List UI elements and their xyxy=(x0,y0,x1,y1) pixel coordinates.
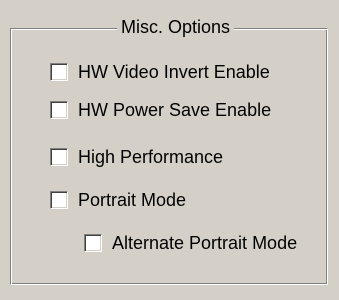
portrait-mode-checkbox[interactable] xyxy=(50,191,68,209)
hw-video-invert-enable-label: HW Video Invert Enable xyxy=(78,62,270,82)
misc-options-panel: Misc. Options HW Video Invert Enable HW … xyxy=(0,0,339,300)
option-portrait-mode[interactable]: Portrait Mode xyxy=(50,189,186,211)
hw-video-invert-enable-checkbox[interactable] xyxy=(50,63,68,81)
hw-power-save-enable-checkbox[interactable] xyxy=(50,101,68,119)
option-alternate-portrait-mode[interactable]: Alternate Portrait Mode xyxy=(84,232,297,254)
option-hw-power-save-enable[interactable]: HW Power Save Enable xyxy=(50,99,271,121)
alternate-portrait-mode-label: Alternate Portrait Mode xyxy=(112,233,298,253)
groupbox-title: Misc. Options xyxy=(117,16,235,38)
portrait-mode-label: Portrait Mode xyxy=(78,190,187,210)
option-high-performance[interactable]: High Performance xyxy=(50,146,223,168)
high-performance-label: High Performance xyxy=(78,147,224,167)
option-hw-video-invert-enable[interactable]: HW Video Invert Enable xyxy=(50,61,270,83)
hw-power-save-enable-label: HW Power Save Enable xyxy=(78,100,272,120)
high-performance-checkbox[interactable] xyxy=(50,148,68,166)
alternate-portrait-mode-checkbox[interactable] xyxy=(84,234,102,252)
